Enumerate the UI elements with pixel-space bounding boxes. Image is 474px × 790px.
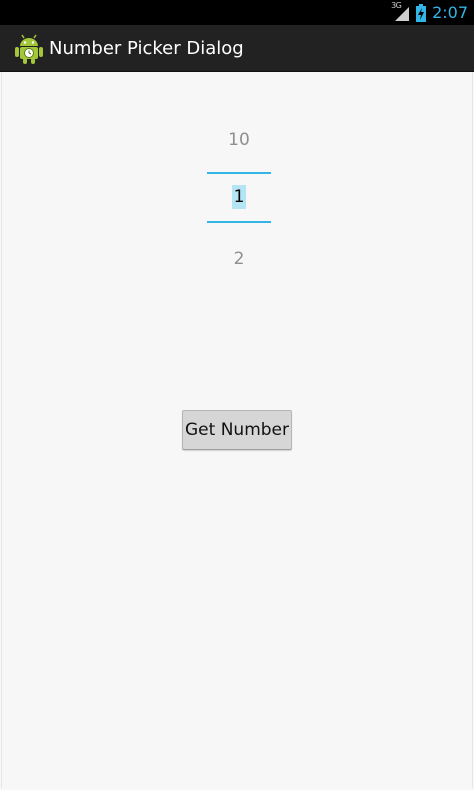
picker-previous-value[interactable]: 10: [207, 130, 271, 150]
battery-charging-icon: [416, 3, 427, 22]
picker-current-field[interactable]: 1: [207, 185, 271, 211]
picker-divider-bottom: [207, 221, 271, 223]
status-bar: 3G 2:07: [0, 0, 474, 25]
number-picker[interactable]: 10 1 2: [207, 122, 271, 302]
app-title: Number Picker Dialog: [49, 38, 244, 59]
status-icons: 3G 2:07: [391, 0, 468, 25]
action-bar: Number Picker Dialog: [0, 25, 474, 72]
picker-divider-top: [207, 172, 271, 174]
android-icon: [15, 34, 43, 64]
get-number-button[interactable]: Get Number: [182, 410, 292, 450]
network-type-label: 3G: [391, 0, 402, 10]
signal-icon: 3G: [391, 0, 410, 22]
picker-current-value[interactable]: 1: [231, 185, 247, 209]
status-clock: 2:07: [432, 3, 468, 22]
picker-next-value[interactable]: 2: [207, 249, 271, 269]
main-content: 10 1 2 Get Number: [1, 72, 473, 788]
